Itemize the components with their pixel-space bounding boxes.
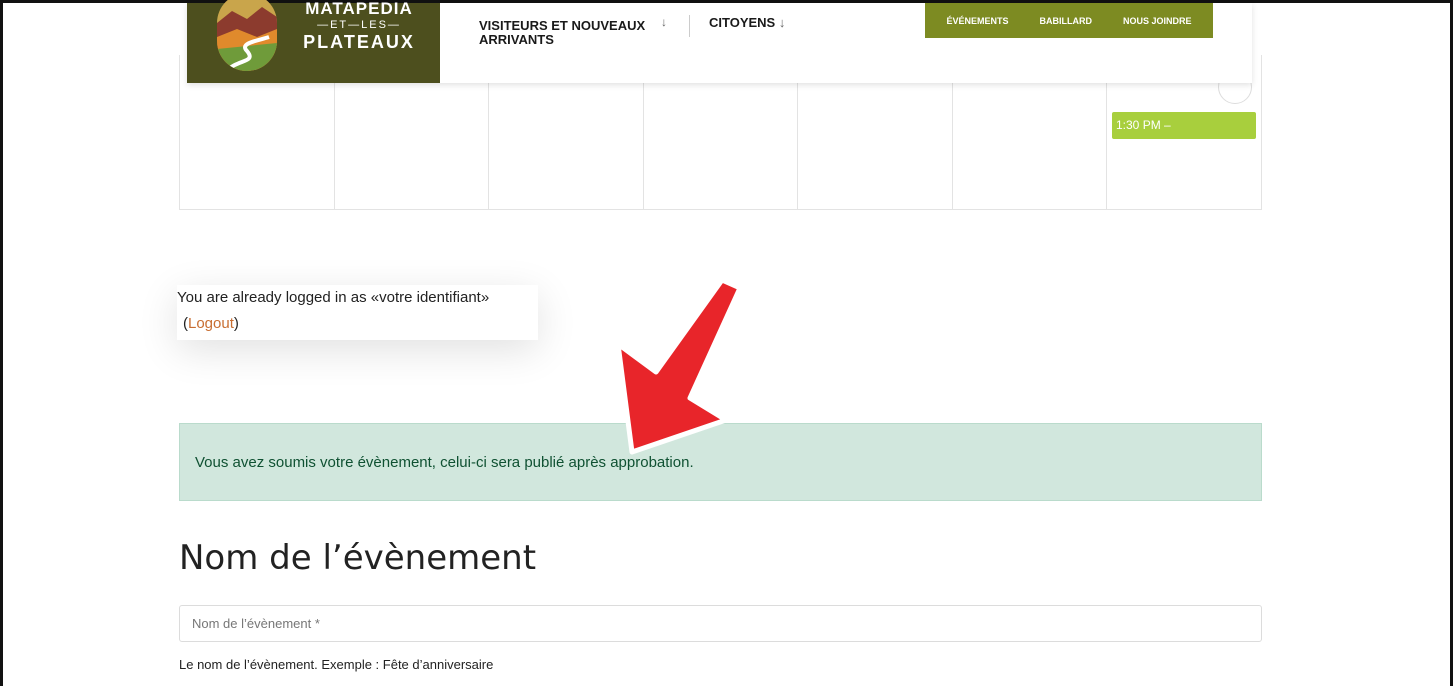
logo-line-2: —ET—LES—	[317, 19, 401, 31]
paren-close: )	[233, 315, 239, 332]
site-logo[interactable]: MATAPEDIA —ET—LES— PLATEAUX	[187, 0, 440, 83]
annotation-arrow-icon	[615, 280, 743, 455]
calendar-event[interactable]: 1:30 PM –	[1112, 112, 1256, 139]
topbar-link-babillard[interactable]: BABILLARD	[1039, 16, 1092, 26]
notice-text: Vous avez soumis votre évènement, celui-…	[195, 454, 694, 471]
logout-link[interactable]: Logout	[188, 315, 234, 332]
nav-item-citoyens[interactable]: CITOYENS ↓	[709, 16, 785, 30]
nav-divider	[689, 15, 690, 37]
logo-emblem-icon	[217, 0, 277, 71]
login-status-text: You are already logged in as «votre iden…	[177, 289, 490, 306]
top-utility-bar: ÉVÉNEMENTS BABILLARD NOUS JOINDRE	[925, 3, 1213, 38]
chevron-down-icon: ↓	[778, 15, 786, 30]
event-name-input[interactable]	[179, 605, 1262, 642]
topbar-link-nous-joindre[interactable]: NOUS JOINDRE	[1123, 16, 1192, 26]
login-status-box: You are already logged in as «votre iden…	[177, 285, 538, 340]
event-name-help-text: Le nom de l’évènement. Exemple : Fête d’…	[179, 657, 494, 672]
nav-item-label: CITOYENS	[709, 15, 776, 30]
topbar-link-evenements[interactable]: ÉVÉNEMENTS	[946, 16, 1008, 26]
logout-line: (Logout)	[177, 311, 538, 337]
logo-line-3: PLATEAUX	[303, 32, 415, 52]
nav-item-visiteurs[interactable]: VISITEURS ET NOUVEAUX ARRIVANTS	[479, 19, 659, 47]
nav-item-label: VISITEURS ET NOUVEAUX ARRIVANTS	[479, 18, 646, 47]
chevron-down-icon[interactable]: ↓	[661, 15, 667, 29]
logo-wordmark: MATAPEDIA —ET—LES— PLATEAUX	[289, 0, 429, 53]
logo-line-1: MATAPEDIA	[305, 0, 413, 17]
site-header: MATAPEDIA —ET—LES— PLATEAUX VISITEURS ET…	[187, 0, 1252, 83]
event-name-heading: Nom de l’évènement	[179, 538, 537, 578]
